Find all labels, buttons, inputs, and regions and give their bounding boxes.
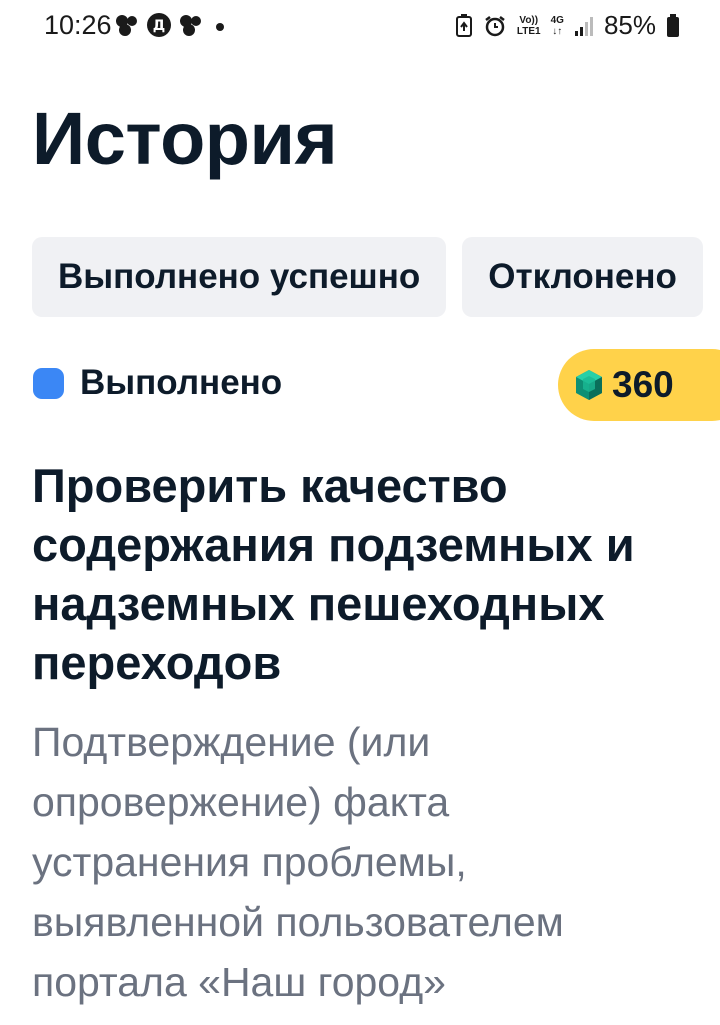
- task-status: Выполнено: [33, 363, 282, 403]
- volte-label: Vo)): [519, 14, 539, 26]
- lte-label: LTE1: [516, 25, 541, 37]
- filter-chip-success[interactable]: Выполнено успешно: [32, 237, 447, 317]
- battery-icon: [667, 13, 679, 37]
- messenger-icon: [116, 15, 137, 36]
- status-right: Vo)) LTE1 4G ↓↑ 85%: [455, 10, 680, 41]
- alarm-icon: [485, 15, 505, 36]
- messenger-icon: [180, 15, 201, 36]
- network-type-label: 4G: [550, 14, 564, 26]
- notification-icons: Д: [114, 12, 230, 38]
- status-bar: 10:26 Д Vo)) LTE1 4G ↓↑ 85%: [0, 0, 720, 56]
- filter-chips: Выполнено успешно Отклонено: [32, 237, 703, 317]
- task-title: Проверить качество содержания подземных …: [32, 459, 635, 689]
- data-arrows-icon: ↓↑: [552, 25, 563, 37]
- reward-badge: 360: [558, 349, 720, 421]
- network-indicator: Vo)) LTE1: [517, 15, 541, 37]
- vk-icon: Д: [147, 13, 171, 37]
- network-type: 4G ↓↑: [551, 15, 564, 37]
- reward-value: 360: [612, 364, 674, 405]
- signal-icon: [574, 16, 593, 36]
- task-status-label: Выполнено: [80, 363, 283, 402]
- battery-saver-icon: [455, 13, 472, 37]
- page-title: История: [32, 97, 338, 180]
- task-description: Подтверждение (или опровержение) факта у…: [32, 719, 564, 1005]
- filter-chip-rejected[interactable]: Отклонено: [462, 237, 703, 317]
- status-time: 10:26: [44, 10, 112, 40]
- dot-icon: [216, 23, 224, 31]
- gem-icon: [576, 370, 602, 400]
- svg-text:Д: Д: [153, 18, 165, 34]
- status-dot-icon: [33, 367, 64, 399]
- battery-percent: 85%: [603, 10, 656, 40]
